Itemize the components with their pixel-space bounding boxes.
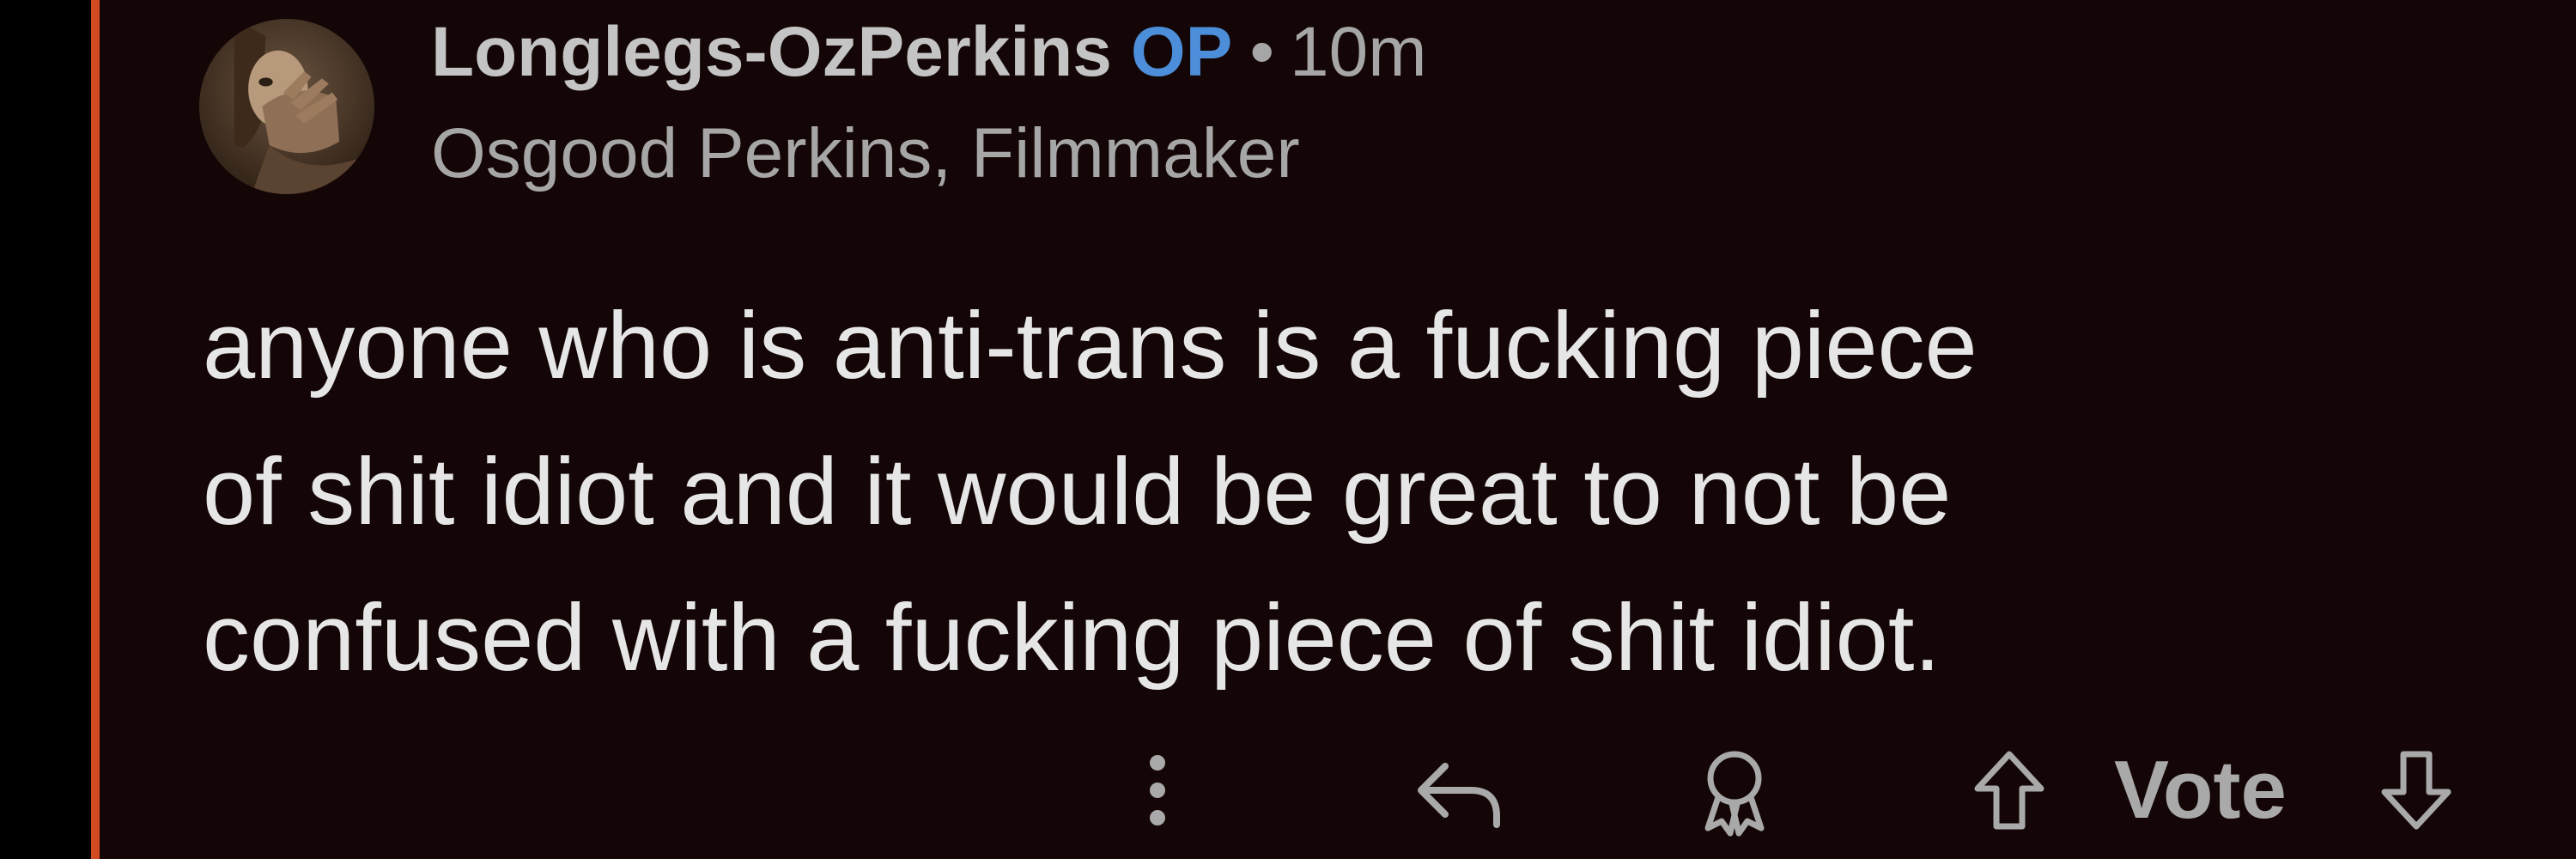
avatar[interactable]: [199, 19, 374, 194]
thread-line[interactable]: [91, 0, 100, 859]
screen-edge: [0, 0, 91, 859]
downvote-button[interactable]: [2373, 746, 2459, 835]
user-flair: Osgood Perkins, Filmmaker: [431, 114, 1300, 192]
more-vertical-icon: [1150, 755, 1165, 825]
comment-body-line: confused with a fucking piece of shit id…: [203, 585, 1941, 691]
more-options-button[interactable]: [1132, 746, 1183, 835]
award-button[interactable]: [1683, 744, 1786, 838]
vote-label: Vote: [2114, 744, 2287, 836]
comment-body-line: of shit idiot and it would be great to n…: [203, 439, 1952, 545]
avatar-image: [199, 19, 374, 194]
reply-icon: [1418, 763, 1500, 828]
upvote-button[interactable]: [1966, 746, 2052, 835]
comment-header: Longlegs-OzPerkins OP • 10m: [431, 5, 1427, 100]
award-icon: [1704, 751, 1765, 837]
comment-body: anyone who is anti-trans is a fucking pi…: [203, 273, 2521, 711]
arrow-up-icon: [1974, 751, 2044, 830]
comment-action-bar: Vote: [0, 739, 2576, 842]
comment-body-line: anyone who is anti-trans is a fucking pi…: [203, 293, 1978, 399]
comment-timestamp: 10m: [1290, 13, 1427, 91]
meta-separator: •: [1249, 13, 1275, 91]
op-badge: OP: [1130, 13, 1233, 91]
username-link[interactable]: Longlegs-OzPerkins: [431, 17, 1112, 88]
arrow-down-icon: [2381, 751, 2451, 830]
reply-button[interactable]: [1408, 746, 1511, 835]
